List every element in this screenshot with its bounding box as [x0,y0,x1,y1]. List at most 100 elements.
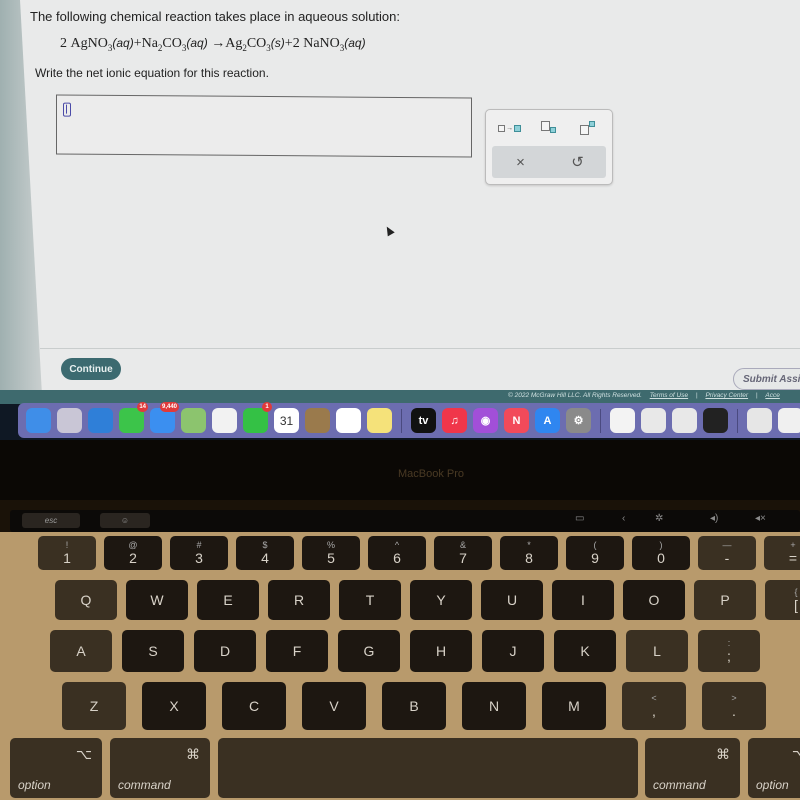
subscript-icon [540,121,557,135]
key-f[interactable]: F [266,630,328,672]
key-a[interactable]: A [50,630,112,672]
dock-apple-tv-icon[interactable]: tv [411,408,436,433]
dock-mail-icon[interactable]: 9,440 [150,402,179,433]
key-5[interactable]: % 5 [302,536,360,570]
submit-assignment-button[interactable]: Submit Assig [733,368,800,390]
input-cursor-icon [63,102,71,117]
key-b[interactable]: B [382,682,446,730]
key-l[interactable]: L [626,630,688,672]
dock-maps-icon[interactable] [181,408,206,433]
dock-preview-doc-icon[interactable] [641,408,666,433]
accessibility-link[interactable]: Acce [765,392,779,399]
dock-contacts-icon[interactable] [305,408,330,433]
dock-facetime-icon[interactable]: 1 [243,402,272,433]
key-3[interactable]: #3 [170,536,228,570]
key-k[interactable]: K [554,630,616,672]
key-s[interactable]: S [122,630,184,672]
key-u[interactable]: U [481,580,543,620]
clear-button[interactable]: × [501,154,541,171]
key-w[interactable]: W [126,580,188,620]
terms-of-use-link[interactable]: Terms of Use [650,392,688,399]
key-8[interactable]: * 8 [500,536,558,570]
key-c[interactable]: C [222,682,286,730]
dock-document-2-icon[interactable] [778,408,800,433]
dock-notes-icon[interactable] [367,408,392,433]
key-h[interactable]: H [410,630,472,672]
dock-textedit-icon[interactable] [672,408,697,433]
key-z[interactable]: Z [62,682,126,730]
key-2[interactable]: @2 [104,536,162,570]
key-symbol[interactable]: >. [702,682,766,730]
key-4[interactable]: $4 [236,536,294,570]
touch-bar: esc ☺ ▭ ‹ ✲ ◂) ◂× [10,510,800,532]
dock-printer-icon[interactable] [703,408,728,433]
key-p[interactable]: P [694,580,756,620]
dock-chrome-icon[interactable] [610,408,635,433]
dock-calendar-icon[interactable]: 31 [274,408,299,433]
key-x[interactable]: X [142,682,206,730]
key-e[interactable]: E [197,580,259,620]
key-v[interactable]: V [302,682,366,730]
dock-messages-icon[interactable]: 14 [119,402,148,433]
key-symbol[interactable]: :; [698,630,760,672]
key-i[interactable]: I [552,580,614,620]
key-o[interactable]: O [623,580,685,620]
key-0[interactable]: ) 0 [632,536,690,570]
collapse-icon[interactable]: ‹ [622,513,625,524]
right-command-key[interactable]: ⌘ command [645,738,740,798]
mute-icon[interactable]: ◂× [755,513,766,524]
key-y[interactable]: Y [410,580,472,620]
dock-news-icon[interactable]: N [504,408,529,433]
key-q[interactable]: Q [55,580,117,620]
dock-icon-label: 31 [279,413,294,428]
key-symbol[interactable]: {[ [765,580,800,620]
key-6[interactable]: ^ 6 [368,536,426,570]
subscript-tool[interactable] [535,118,563,138]
key-g[interactable]: G [338,630,400,672]
key-d[interactable]: D [194,630,256,672]
key-m[interactable]: M [542,682,606,730]
key-9[interactable]: (9 [566,536,624,570]
esc-key[interactable]: esc [22,513,80,528]
continue-button[interactable]: Continue [61,358,121,380]
dock-app-store-icon[interactable]: A [535,408,560,433]
key-label: , [652,703,656,719]
key-label: option [18,778,51,792]
key-label: V [329,698,339,714]
left-option-key[interactable]: ⌥ option [10,738,102,798]
key-7[interactable]: & 7 [434,536,492,570]
key-n[interactable]: N [462,682,526,730]
dock-podcasts-icon[interactable]: ◉ [473,408,498,433]
key-symbol[interactable]: + = [764,536,800,570]
key-label: N [488,698,500,714]
key-label: L [653,643,661,659]
privacy-center-link[interactable]: Privacy Center [705,392,748,399]
volume-icon[interactable]: ◂) [710,513,718,524]
dock-safari-icon[interactable] [88,408,113,433]
superscript-icon [580,121,596,135]
keyboard-brightness-icon[interactable]: ▭ [575,513,584,524]
left-command-key[interactable]: ⌘ command [110,738,210,798]
brightness-icon[interactable]: ✲ [655,513,663,524]
key-symbol[interactable]: <, [622,682,686,730]
key-1[interactable]: ! 1 [38,536,96,570]
space-bar[interactable] [218,738,638,798]
key-label: . [732,703,736,719]
key-symbol[interactable]: — - [698,536,756,570]
dock-document-1-icon[interactable] [747,408,772,433]
dock-system-preferences-icon[interactable]: ⚙ [566,408,591,433]
dock-reminders-icon[interactable] [336,408,361,433]
undo-button[interactable]: ↺ [558,153,598,171]
answer-input[interactable] [56,94,472,158]
dock-music-icon[interactable]: ♫ [442,408,467,433]
key-j[interactable]: J [482,630,544,672]
dock-launchpad-icon[interactable] [57,408,82,433]
dock-photos-icon[interactable] [212,408,237,433]
right-option-key[interactable]: ⌥ option [748,738,800,798]
key-t[interactable]: T [339,580,401,620]
reaction-arrow-tool[interactable]: → [496,118,524,138]
dock-finder-icon[interactable] [26,408,51,433]
superscript-tool[interactable] [574,118,602,138]
key-r[interactable]: R [268,580,330,620]
emoji-key[interactable]: ☺ [100,513,150,528]
